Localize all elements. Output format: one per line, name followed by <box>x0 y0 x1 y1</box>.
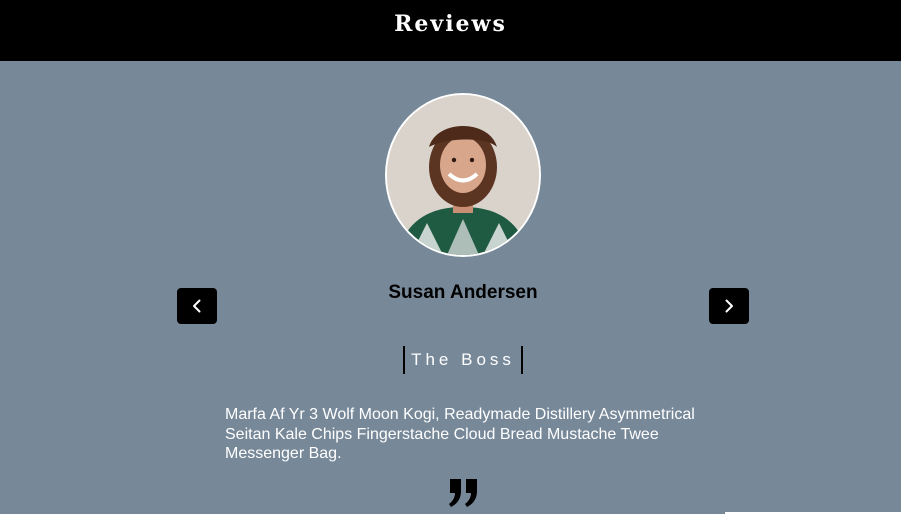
page-title: Reviews <box>394 10 507 37</box>
review-text: Marfa Af Yr 3 Wolf Moon Kogi, Readymade … <box>225 406 695 462</box>
reviewer-avatar <box>385 93 541 257</box>
reviewer-role-wrapper: The Boss <box>0 346 901 374</box>
avatar-photo <box>387 95 539 255</box>
reviewer-role: The Boss <box>403 346 523 374</box>
quote-right-icon <box>448 478 480 508</box>
reviewer-name: Susan Andersen <box>388 282 538 303</box>
page-header: Reviews <box>0 0 901 61</box>
